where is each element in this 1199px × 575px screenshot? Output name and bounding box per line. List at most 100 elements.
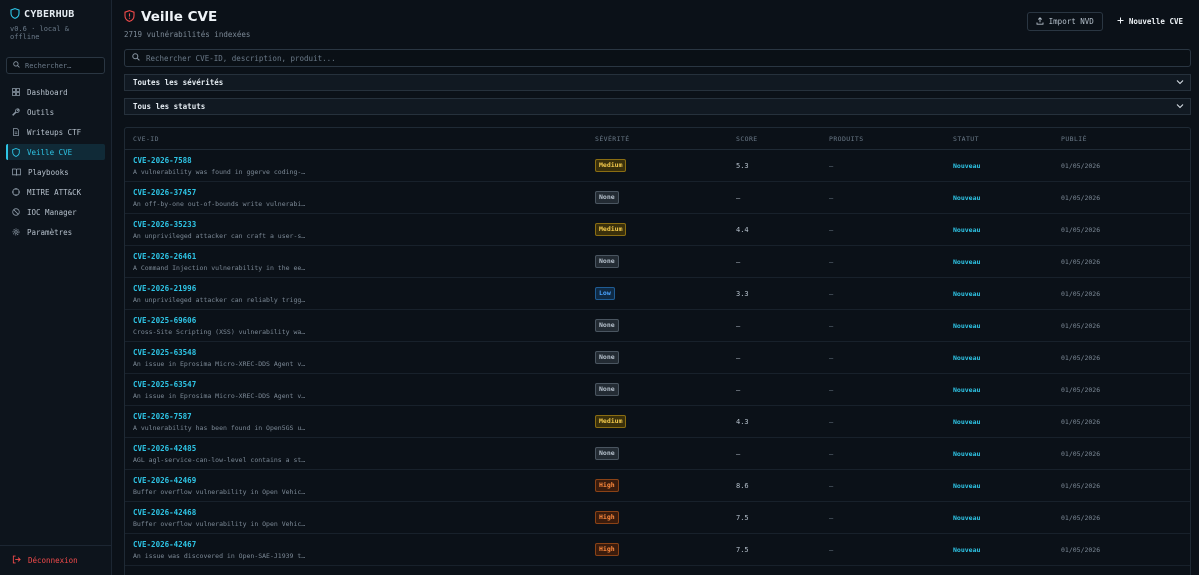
cve-id-link[interactable]: CVE-2026-37457 bbox=[133, 188, 579, 197]
cve-cell: CVE-2025-63548 An issue in Eprosima Micro… bbox=[125, 341, 587, 374]
score-cell: 5.3 bbox=[728, 149, 821, 182]
severity-cell: Medium bbox=[587, 405, 728, 438]
sidebar-item-outils[interactable]: Outils bbox=[6, 104, 105, 120]
cve-id-link[interactable]: CVE-2026-42467 bbox=[133, 540, 579, 549]
published-date: 01/05/2026 bbox=[1053, 341, 1190, 374]
cve-description: An issue in Eprosima Micro-XREC-DDS Agen… bbox=[133, 359, 306, 368]
column-header-status[interactable]: STATUT bbox=[945, 128, 1053, 150]
table-row[interactable]: CVE-2026-42467 An issue was discovered in… bbox=[125, 533, 1190, 566]
cve-id-link[interactable]: CVE-2026-42469 bbox=[133, 476, 579, 485]
sidebar-item-ioc-manager[interactable]: IOC Manager bbox=[6, 204, 105, 220]
sidebar: CYBERHUB v0.6 · local & offline Dashboar… bbox=[0, 0, 112, 575]
brand: CYBERHUB v0.6 · local & offline bbox=[0, 0, 111, 41]
status-cell: Nouveau bbox=[945, 501, 1053, 534]
sidebar-item-writeups-ctf[interactable]: Writeups CTF bbox=[6, 124, 105, 140]
table-row[interactable]: CVE-2026-7587 A vulnerability has been fo… bbox=[125, 405, 1190, 438]
column-header-products[interactable]: PRODUITS bbox=[821, 128, 945, 150]
cve-search-input[interactable] bbox=[146, 53, 1183, 63]
status-cell: Nouveau bbox=[945, 309, 1053, 342]
table-row[interactable]: CVE-2026-21996 An unprivileged attacker c… bbox=[125, 277, 1190, 310]
cve-description: A vulnerability has been found in Open5G… bbox=[133, 423, 306, 432]
published-date: 01/05/2026 bbox=[1053, 309, 1190, 342]
score-cell: — bbox=[728, 181, 821, 214]
table-row[interactable]: CVE-2025-69606 Cross-Site Scripting (XSS)… bbox=[125, 309, 1190, 342]
table-row[interactable]: CVE-2026-37541Critical bbox=[125, 565, 1190, 575]
plus-icon bbox=[1117, 17, 1124, 26]
column-header-cve-id[interactable]: CVE-ID bbox=[125, 128, 587, 150]
column-header-published[interactable]: PUBLIÉ bbox=[1053, 128, 1190, 150]
products-cell: — bbox=[821, 149, 945, 182]
cve-id-link[interactable]: CVE-2025-69606 bbox=[133, 316, 579, 325]
severity-badge: None bbox=[595, 351, 619, 364]
score-cell: 8.6 bbox=[728, 469, 821, 502]
sidebar-item-veille-cve[interactable]: Veille CVE bbox=[6, 144, 105, 160]
sidebar-item-label: IOC Manager bbox=[27, 207, 77, 217]
column-header-severity[interactable]: SÉVÉRITÉ bbox=[587, 128, 728, 150]
status-cell: Nouveau bbox=[945, 533, 1053, 566]
status-badge: Nouveau bbox=[953, 385, 981, 394]
score-cell: 4.3 bbox=[728, 405, 821, 438]
sidebar-item-label: Dashboard bbox=[27, 87, 68, 97]
page-subtitle: 2719 vulnérabilités indexées bbox=[124, 30, 251, 39]
status-badge: Nouveau bbox=[953, 257, 981, 266]
status-filter-select[interactable]: Tous les statuts bbox=[124, 98, 1191, 115]
table-row[interactable]: CVE-2025-63548 An issue in Eprosima Micro… bbox=[125, 341, 1190, 374]
table-row[interactable]: CVE-2025-63547 An issue in Eprosima Micro… bbox=[125, 373, 1190, 406]
published-date: 01/05/2026 bbox=[1053, 405, 1190, 438]
published-date: 01/05/2026 bbox=[1053, 501, 1190, 534]
new-cve-label: Nouvelle CVE bbox=[1128, 17, 1183, 26]
import-nvd-button[interactable]: Import NVD bbox=[1026, 12, 1103, 31]
cve-search[interactable] bbox=[124, 49, 1191, 67]
status-cell: Nouveau bbox=[945, 469, 1053, 502]
sidebar-search-input[interactable] bbox=[25, 61, 95, 70]
cve-id-link[interactable]: CVE-2025-63547 bbox=[133, 380, 579, 389]
status-cell: Nouveau bbox=[945, 149, 1053, 182]
column-header-score[interactable]: SCORE bbox=[728, 128, 821, 150]
products-cell: — bbox=[821, 501, 945, 534]
table-row[interactable]: CVE-2026-26461 A Command Injection vulner… bbox=[125, 245, 1190, 278]
cve-id-link[interactable]: CVE-2026-35233 bbox=[133, 220, 579, 229]
sidebar-item-mitre-att-ck[interactable]: MITRE ATT&CK bbox=[6, 184, 105, 200]
published-date: 01/05/2026 bbox=[1053, 213, 1190, 246]
severity-cell: None bbox=[587, 245, 728, 278]
sidebar-item-playbooks[interactable]: Playbooks bbox=[6, 164, 105, 180]
cve-cell: CVE-2026-26461 A Command Injection vulner… bbox=[125, 245, 587, 278]
published-date: 01/05/2026 bbox=[1053, 437, 1190, 470]
cve-id-link[interactable]: CVE-2025-63548 bbox=[133, 348, 579, 357]
logout-button[interactable]: Déconnexion bbox=[0, 545, 111, 575]
table-row[interactable]: CVE-2026-7588 A vulnerability was found i… bbox=[125, 149, 1190, 182]
cve-id-link[interactable]: CVE-2026-26461 bbox=[133, 252, 579, 261]
cve-id-link[interactable]: CVE-2026-42485 bbox=[133, 444, 579, 453]
table-row[interactable]: CVE-2026-42485 AGL agl-service-can-low-le… bbox=[125, 437, 1190, 470]
status-cell bbox=[945, 565, 1053, 575]
status-badge: Nouveau bbox=[953, 161, 981, 170]
cve-id-link[interactable]: CVE-2026-7587 bbox=[133, 412, 579, 421]
sidebar-item-param-tres[interactable]: Paramètres bbox=[6, 224, 105, 240]
table-row[interactable]: CVE-2026-42469 Buffer overflow vulnerabil… bbox=[125, 469, 1190, 502]
severity-cell: None bbox=[587, 373, 728, 406]
status-cell: Nouveau bbox=[945, 181, 1053, 214]
page-title: Veille CVE bbox=[141, 9, 218, 25]
severity-cell: None bbox=[587, 341, 728, 374]
cve-cell: CVE-2025-69606 Cross-Site Scripting (XSS)… bbox=[125, 309, 587, 342]
table-row[interactable]: CVE-2026-42468 Buffer overflow vulnerabil… bbox=[125, 501, 1190, 534]
products-cell: — bbox=[821, 469, 945, 502]
cve-cell: CVE-2026-37457 An off-by-one out-of-bound… bbox=[125, 181, 587, 214]
status-badge: Nouveau bbox=[953, 481, 981, 490]
severity-cell: High bbox=[587, 533, 728, 566]
status-badge: Nouveau bbox=[953, 225, 981, 234]
cve-id-link[interactable]: CVE-2026-42468 bbox=[133, 508, 579, 517]
status-badge: Nouveau bbox=[953, 289, 981, 298]
sidebar-item-label: Veille CVE bbox=[27, 147, 73, 157]
cve-id-link[interactable]: CVE-2026-7588 bbox=[133, 156, 579, 165]
table-row[interactable]: CVE-2026-35233 An unprivileged attacker c… bbox=[125, 213, 1190, 246]
cve-description: Buffer overflow vulnerability in Open Ve… bbox=[133, 519, 306, 528]
new-cve-button[interactable]: Nouvelle CVE bbox=[1109, 12, 1191, 31]
severity-filter-select[interactable]: Toutes les sévérités bbox=[124, 74, 1191, 91]
sidebar-item-dashboard[interactable]: Dashboard bbox=[6, 84, 105, 100]
cve-id-link[interactable]: CVE-2026-21996 bbox=[133, 284, 579, 293]
table-row[interactable]: CVE-2026-37457 An off-by-one out-of-bound… bbox=[125, 181, 1190, 214]
published-date: 01/05/2026 bbox=[1053, 469, 1190, 502]
severity-cell: Critical bbox=[587, 565, 728, 575]
sidebar-search[interactable] bbox=[6, 57, 105, 74]
